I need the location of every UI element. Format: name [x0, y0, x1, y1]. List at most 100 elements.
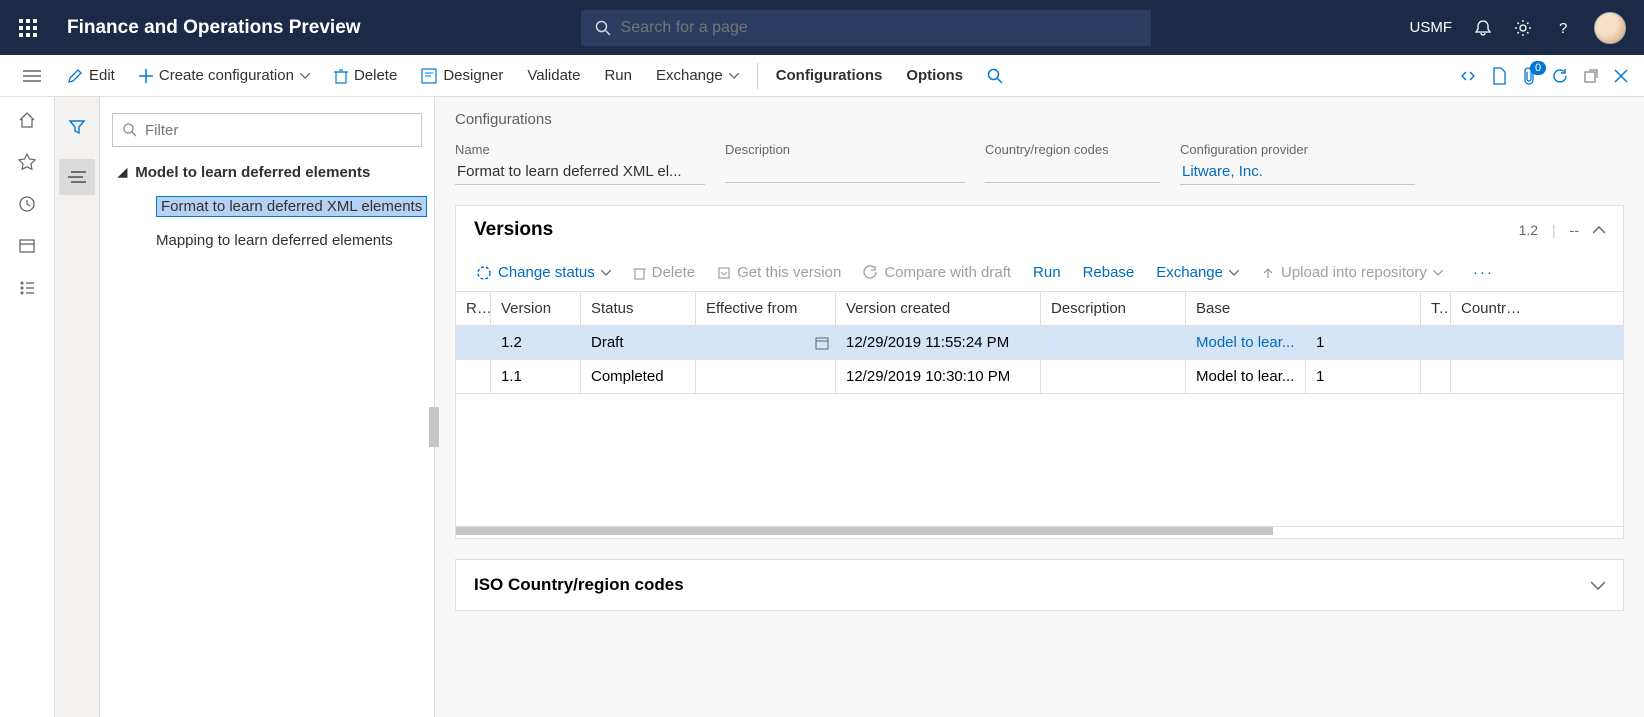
designer-button[interactable]: Designer: [409, 55, 515, 96]
compare-label: Compare with draft: [884, 264, 1011, 281]
modules-icon[interactable]: [18, 279, 36, 297]
run-button[interactable]: Run: [592, 55, 644, 96]
options-tab[interactable]: Options: [894, 55, 975, 96]
section-title: Configurations: [455, 111, 1624, 128]
app-title: Finance and Operations Preview: [67, 17, 361, 39]
versions-card: Versions 1.2 | -- Change status Delete: [455, 205, 1624, 539]
attach-icon[interactable]: 0: [1522, 67, 1536, 85]
upload-icon: [1261, 266, 1275, 280]
more-icon[interactable]: ···: [1473, 264, 1494, 281]
versions-title: Versions: [474, 219, 553, 241]
create-configuration-button[interactable]: Create configuration: [127, 55, 322, 96]
name-value[interactable]: Format to learn deferred XML el...: [455, 159, 705, 185]
company-code[interactable]: USMF: [1410, 19, 1453, 36]
filter-icon[interactable]: [59, 109, 95, 145]
delete-button[interactable]: Delete: [322, 55, 409, 96]
country-value[interactable]: [985, 159, 1160, 183]
trash-icon: [334, 68, 348, 84]
change-status-label: Change status: [498, 264, 595, 281]
avatar[interactable]: [1594, 12, 1626, 44]
refresh-icon[interactable]: [1552, 68, 1568, 84]
calendar-icon[interactable]: [815, 336, 829, 350]
global-search-input[interactable]: [621, 19, 1137, 37]
status-icon: [476, 265, 492, 281]
action-bar: Edit Create configuration Delete Designe…: [0, 55, 1644, 97]
provider-label: Configuration provider: [1180, 142, 1415, 157]
chevron-down-icon[interactable]: [1591, 581, 1605, 590]
chevron-down-icon: [1229, 270, 1239, 276]
col-country[interactable]: Country/reg: [1451, 292, 1536, 325]
upload-button[interactable]: Upload into repository: [1261, 264, 1443, 281]
tree-filter[interactable]: [112, 113, 422, 147]
compare-button[interactable]: Compare with draft: [863, 264, 1011, 281]
exchange-button[interactable]: Exchange: [644, 55, 751, 96]
document-icon[interactable]: [1492, 67, 1506, 85]
tree-parent-label: Model to learn deferred elements: [135, 164, 370, 181]
help-icon[interactable]: ?: [1554, 19, 1572, 37]
star-icon[interactable]: [18, 153, 36, 171]
workspace-icon[interactable]: [18, 237, 36, 255]
global-search[interactable]: [581, 10, 1151, 46]
tree-pane: ◢ Model to learn deferred elements Forma…: [100, 97, 435, 717]
compare-icon: [863, 265, 878, 280]
table-row[interactable]: 1.2Draft12/29/2019 11:55:24 PMModel to l…: [456, 326, 1623, 360]
waffle-icon[interactable]: [0, 18, 55, 38]
tree-child-label: Format to learn deferred XML elements: [156, 196, 427, 217]
gear-icon[interactable]: [1514, 19, 1532, 37]
get-version-button[interactable]: Get this version: [717, 264, 841, 281]
resize-handle[interactable]: [429, 407, 439, 447]
search-icon: [987, 68, 1003, 84]
tree-child-format[interactable]: Format to learn deferred XML elements: [112, 189, 434, 223]
rebase-button[interactable]: Rebase: [1083, 264, 1135, 281]
versions-grid: R... Version Status Effective from Versi…: [456, 291, 1623, 527]
col-description[interactable]: Description: [1041, 292, 1186, 325]
pencil-icon: [67, 68, 83, 84]
horizontal-scrollbar[interactable]: [456, 527, 1623, 538]
list-view-icon[interactable]: [59, 159, 95, 195]
description-value[interactable]: [725, 159, 965, 183]
chevron-up-icon[interactable]: [1593, 226, 1605, 234]
version-delete-button[interactable]: Delete: [633, 264, 695, 281]
left-rail: [0, 97, 55, 717]
edit-button[interactable]: Edit: [55, 55, 127, 96]
home-icon[interactable]: [18, 111, 36, 129]
tree-child-mapping[interactable]: Mapping to learn deferred elements: [112, 223, 434, 257]
upload-label: Upload into repository: [1281, 264, 1427, 281]
options-label: Options: [906, 67, 963, 84]
popout-icon[interactable]: [1584, 69, 1598, 83]
recent-icon[interactable]: [18, 195, 36, 213]
col-base[interactable]: Base: [1186, 292, 1421, 325]
validate-button[interactable]: Validate: [515, 55, 592, 96]
version-exchange-button[interactable]: Exchange: [1156, 264, 1239, 281]
close-icon[interactable]: [1614, 69, 1628, 83]
download-icon: [717, 266, 731, 280]
col-r[interactable]: R...: [456, 292, 491, 325]
table-row[interactable]: 1.1Completed12/29/2019 10:30:10 PMModel …: [456, 360, 1623, 394]
col-effective[interactable]: Effective from: [696, 292, 836, 325]
list-toolbar: [55, 97, 100, 717]
delete-label: Delete: [354, 67, 397, 84]
edit-label: Edit: [89, 67, 115, 84]
col-created[interactable]: Version created: [836, 292, 1041, 325]
name-label: Name: [455, 142, 705, 157]
col-t[interactable]: T...: [1421, 292, 1451, 325]
related-icon[interactable]: [1460, 68, 1476, 84]
tree-filter-input[interactable]: [145, 122, 411, 139]
find-button[interactable]: [975, 55, 1015, 96]
tree-parent[interactable]: ◢ Model to learn deferred elements: [112, 155, 434, 189]
configurations-tab[interactable]: Configurations: [764, 55, 895, 96]
plus-icon: [139, 69, 153, 83]
chevron-down-icon: [729, 73, 739, 79]
bell-icon[interactable]: [1474, 19, 1492, 37]
provider-value[interactable]: Litware, Inc.: [1180, 159, 1415, 185]
change-status-button[interactable]: Change status: [476, 264, 611, 281]
grid-header: R... Version Status Effective from Versi…: [456, 292, 1623, 326]
rebase-label: Rebase: [1083, 264, 1135, 281]
run-label: Run: [604, 67, 632, 84]
top-navbar: Finance and Operations Preview USMF ?: [0, 0, 1644, 55]
trash-icon: [633, 265, 646, 280]
col-status[interactable]: Status: [581, 292, 696, 325]
version-run-button[interactable]: Run: [1033, 264, 1061, 281]
nav-toggle-icon[interactable]: [8, 69, 55, 83]
col-version[interactable]: Version: [491, 292, 581, 325]
